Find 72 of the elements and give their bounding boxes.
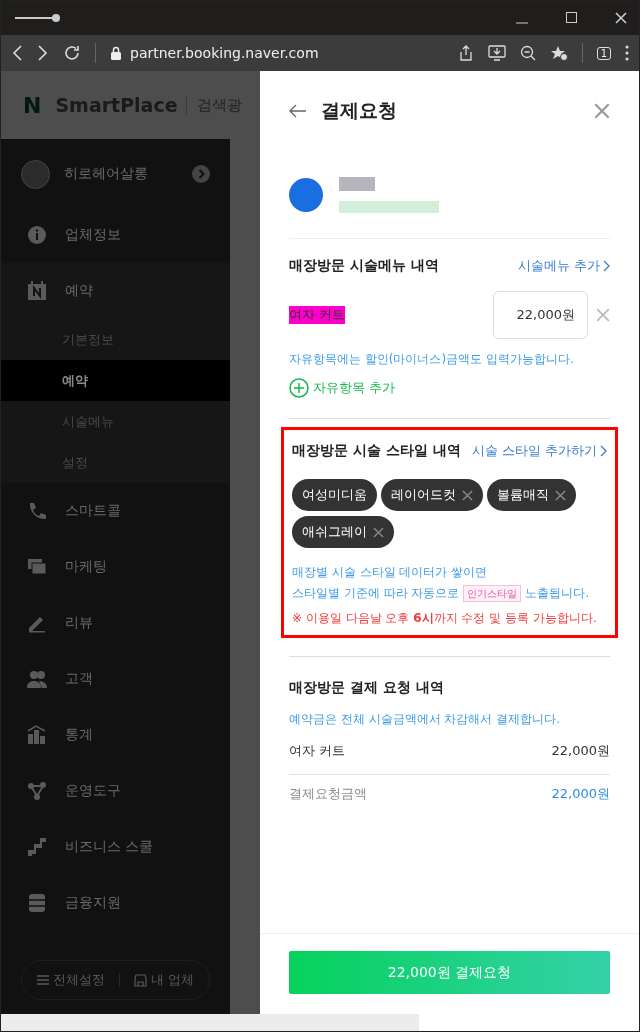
more-icon[interactable] bbox=[625, 45, 629, 61]
sidebar-item[interactable]: 고객 bbox=[65, 670, 93, 688]
menu-name: 여자 커트 bbox=[289, 306, 346, 324]
back-arrow-icon[interactable] bbox=[289, 104, 307, 118]
item-amount: 22,000원 bbox=[551, 742, 610, 760]
style-chip[interactable]: 볼륨매직 bbox=[487, 479, 576, 511]
info-text: 매장별 시술 스타일 데이터가 쌓이면 스타일별 기준에 따라 자동으로 인기스타일 노출됩니다. bbox=[292, 564, 591, 604]
item-name: 여자 커트 bbox=[289, 742, 346, 760]
store-name[interactable]: 히로헤어살롱 bbox=[64, 165, 178, 183]
remove-icon[interactable] bbox=[462, 489, 473, 501]
add-free-item-button[interactable]: 자유항목 추가 bbox=[289, 378, 396, 398]
style-chip[interactable]: 애쉬그레이 bbox=[292, 516, 394, 548]
database-icon bbox=[27, 893, 47, 913]
people-icon bbox=[27, 669, 47, 689]
lock-icon bbox=[110, 46, 122, 60]
style-chip[interactable]: 레이어드컷 bbox=[381, 479, 483, 511]
submit-button[interactable]: 22,000원 결제요청 bbox=[289, 951, 610, 994]
add-style-link[interactable]: 시술 스타일 추가하기 bbox=[471, 442, 607, 460]
sidebar-item[interactable]: 리뷰 bbox=[65, 614, 93, 632]
popular-style-badge: 인기스타일 bbox=[463, 585, 522, 602]
section-title: 매장방문 결제 요청 내역 bbox=[289, 679, 444, 695]
sidebar-item[interactable]: 마케팅 bbox=[65, 558, 107, 576]
install-icon[interactable] bbox=[487, 45, 506, 61]
close-icon[interactable] bbox=[615, 12, 627, 24]
remove-icon[interactable] bbox=[555, 489, 566, 501]
reload-icon[interactable] bbox=[63, 44, 81, 62]
forward-icon[interactable] bbox=[37, 45, 49, 61]
sidebar-item[interactable]: 업체정보 bbox=[65, 226, 121, 244]
add-menu-link[interactable]: 시술메뉴 추가 bbox=[517, 257, 610, 275]
sidebar-item[interactable]: 금융지원 bbox=[65, 894, 121, 912]
avatar bbox=[21, 159, 50, 189]
phone-icon bbox=[27, 501, 47, 521]
info-icon bbox=[27, 225, 47, 245]
chevron-right-icon bbox=[603, 260, 610, 272]
settings-link[interactable]: 전체설정 bbox=[36, 971, 105, 989]
total-label: 결제요청금액 bbox=[289, 785, 367, 803]
url-text[interactable]: partner.booking.naver.com bbox=[130, 45, 319, 61]
notice-text: ※ 이용일 다음날 오후 6시까지 수정 및 등록 가능합니다. bbox=[292, 610, 598, 627]
remove-icon[interactable] bbox=[373, 526, 384, 538]
share-nodes-icon bbox=[27, 781, 47, 801]
price-field[interactable]: 22,000원 bbox=[493, 291, 588, 339]
maximize-icon[interactable] bbox=[565, 11, 579, 25]
logo-mark: N bbox=[23, 92, 42, 118]
note-text: 예약금은 전체 시술금액에서 차감해서 결제합니다. bbox=[289, 711, 562, 728]
share-icon[interactable] bbox=[457, 45, 474, 61]
favorites-icon[interactable] bbox=[549, 45, 568, 61]
sidebar-subitem[interactable]: 예약 bbox=[1, 360, 230, 401]
section-title: 매장방문 시술메뉴 내역 bbox=[289, 257, 439, 275]
sidebar-item[interactable]: 통계 bbox=[65, 726, 93, 744]
plus-circle-icon bbox=[289, 378, 309, 398]
back-icon[interactable] bbox=[11, 45, 23, 61]
zoom-out-icon[interactable] bbox=[519, 45, 536, 61]
style-chip[interactable]: 여성미디움 bbox=[292, 479, 377, 511]
my-store-link[interactable]: 내 업체 bbox=[133, 971, 195, 989]
sidebar-item[interactable]: 예약 bbox=[65, 282, 93, 300]
bar-chart-icon bbox=[27, 725, 47, 745]
windows-icon bbox=[27, 557, 47, 577]
calendar-icon bbox=[27, 281, 47, 301]
store-icon bbox=[133, 973, 147, 987]
tab-count[interactable]: 1 bbox=[596, 46, 611, 60]
section-title: 매장방문 시술 스타일 내역 bbox=[292, 442, 461, 460]
menu-icon bbox=[36, 975, 49, 985]
drawer-title: 결제요청 bbox=[321, 98, 398, 123]
chevron-right-icon bbox=[600, 445, 607, 457]
sidebar-item[interactable]: 스마트콜 bbox=[65, 502, 121, 520]
slider-icon bbox=[13, 13, 63, 23]
hint-text: 자유항목에는 할인(마이너스)금액도 입력가능합니다. bbox=[289, 351, 575, 368]
sidebar-item[interactable]: 운영도구 bbox=[65, 782, 121, 800]
sidebar-item[interactable]: 비즈니스 스쿨 bbox=[65, 838, 154, 856]
stairs-icon bbox=[27, 837, 47, 857]
scrollbar-thumb[interactable] bbox=[1, 1014, 419, 1031]
total-amount: 22,000원 bbox=[551, 785, 610, 803]
